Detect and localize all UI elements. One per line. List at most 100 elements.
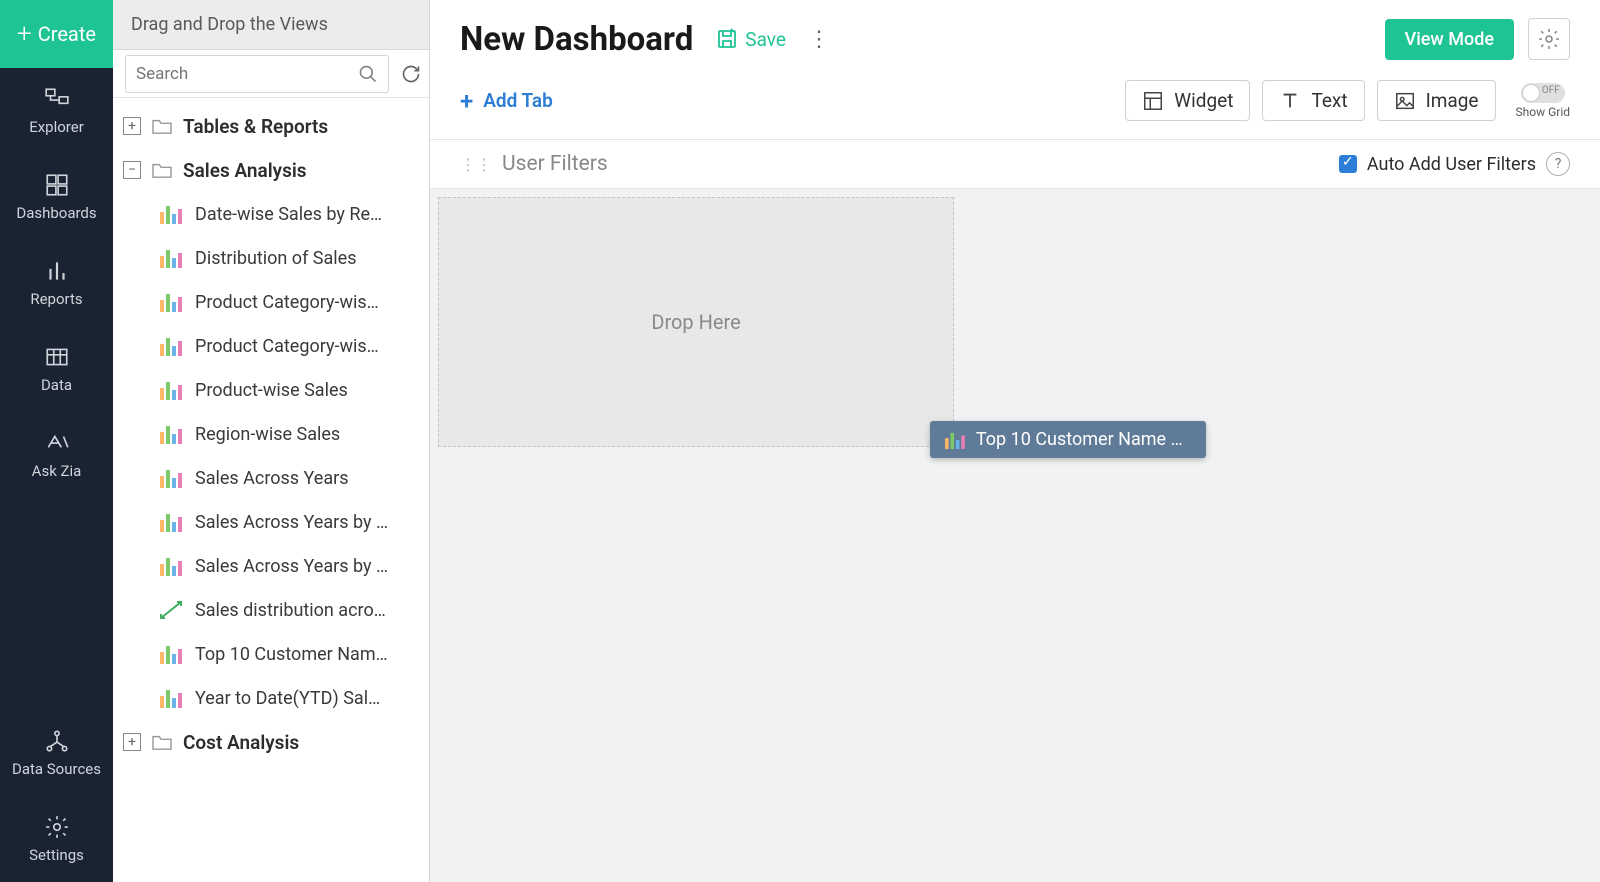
nav-label: Explorer bbox=[29, 118, 84, 136]
reports-icon bbox=[44, 258, 70, 284]
tree-item[interactable]: Sales Across Years by … bbox=[113, 544, 429, 588]
folder-icon bbox=[151, 733, 173, 751]
item-label: Distribution of Sales bbox=[195, 248, 357, 269]
filters-title: User Filters bbox=[502, 152, 608, 176]
folder-icon bbox=[151, 117, 173, 135]
expand-toggle[interactable]: + bbox=[123, 733, 141, 751]
dashboards-icon bbox=[44, 172, 70, 198]
drop-hint: Drop Here bbox=[651, 310, 740, 334]
text-button[interactable]: Text bbox=[1262, 80, 1364, 121]
create-button[interactable]: + Create bbox=[0, 0, 113, 68]
tree-item[interactable]: Product-wise Sales bbox=[113, 368, 429, 412]
save-button[interactable]: Save bbox=[715, 27, 786, 51]
tool-label: Text bbox=[1311, 89, 1347, 112]
scatter-chart-icon bbox=[159, 600, 183, 620]
nav-label: Settings bbox=[29, 846, 84, 864]
bar-chart-icon bbox=[159, 380, 183, 400]
toolbar: + Add Tab Widget Text Image OFF bbox=[430, 72, 1600, 139]
nav-label: Reports bbox=[30, 290, 82, 308]
grid-toggle-label: Show Grid bbox=[1516, 105, 1571, 119]
expand-toggle[interactable]: − bbox=[123, 161, 141, 179]
tree-item[interactable]: Product Category-wis… bbox=[113, 324, 429, 368]
tree-folder[interactable]: − Sales Analysis bbox=[113, 148, 429, 192]
widget-button[interactable]: Widget bbox=[1125, 80, 1250, 121]
tree-item[interactable]: Year to Date(YTD) Sal… bbox=[113, 676, 429, 720]
search-input[interactable] bbox=[136, 64, 358, 84]
bar-chart-icon bbox=[159, 424, 183, 444]
folder-icon bbox=[151, 161, 173, 179]
plus-icon: + bbox=[17, 19, 32, 49]
tool-label: Image bbox=[1426, 89, 1479, 112]
tree-item[interactable]: Top 10 Customer Nam… bbox=[113, 632, 429, 676]
auto-filters-label: Auto Add User Filters bbox=[1367, 154, 1536, 175]
toggle-state: OFF bbox=[1542, 85, 1560, 96]
item-label: Top 10 Customer Nam… bbox=[195, 644, 388, 665]
nav-explorer[interactable]: Explorer bbox=[0, 68, 113, 154]
dragging-view-chip[interactable]: Top 10 Customer Name b… bbox=[930, 421, 1206, 458]
views-panel: Drag and Drop the Views +Tables & Report… bbox=[113, 0, 430, 882]
item-label: Sales distribution acro… bbox=[195, 600, 386, 621]
bar-chart-icon bbox=[159, 336, 183, 356]
tree-item[interactable]: Date-wise Sales by Re… bbox=[113, 192, 429, 236]
auto-filters-checkbox[interactable] bbox=[1339, 155, 1357, 173]
search-icon bbox=[358, 64, 378, 84]
dragging-label: Top 10 Customer Name b… bbox=[976, 429, 1192, 450]
show-grid-toggle[interactable]: OFF bbox=[1521, 83, 1565, 103]
tree-item[interactable]: Region-wise Sales bbox=[113, 412, 429, 456]
item-label: Sales Across Years by … bbox=[195, 512, 388, 533]
tree-item[interactable]: Sales Across Years by … bbox=[113, 500, 429, 544]
bar-chart-icon bbox=[159, 688, 183, 708]
data-icon bbox=[44, 344, 70, 370]
chart-icon bbox=[944, 431, 966, 449]
titlebar: New Dashboard Save ⋮ View Mode bbox=[430, 0, 1600, 72]
bar-chart-icon bbox=[159, 468, 183, 488]
tree-folder[interactable]: +Tables & Reports bbox=[113, 104, 429, 148]
nav-dashboards[interactable]: Dashboards bbox=[0, 154, 113, 240]
image-button[interactable]: Image bbox=[1377, 80, 1496, 121]
nav-datasources[interactable]: Data Sources bbox=[0, 710, 113, 796]
dashboard-title: New Dashboard bbox=[460, 20, 693, 59]
settings-button[interactable] bbox=[1528, 18, 1570, 60]
tree-item[interactable]: Product Category-wis… bbox=[113, 280, 429, 324]
folder-label: Sales Analysis bbox=[183, 159, 307, 182]
tool-label: Widget bbox=[1174, 89, 1233, 112]
gear-icon bbox=[1537, 27, 1561, 51]
search-box[interactable] bbox=[125, 55, 389, 93]
text-icon bbox=[1279, 90, 1301, 112]
item-label: Product Category-wis… bbox=[195, 292, 379, 313]
bar-chart-icon bbox=[159, 556, 183, 576]
refresh-icon[interactable] bbox=[401, 64, 421, 84]
save-label: Save bbox=[745, 28, 786, 51]
nav-data[interactable]: Data bbox=[0, 326, 113, 412]
bar-chart-icon bbox=[159, 292, 183, 312]
add-tab-label: Add Tab bbox=[483, 89, 553, 112]
expand-toggle[interactable]: + bbox=[123, 117, 141, 135]
tree-folder[interactable]: +Cost Analysis bbox=[113, 720, 429, 764]
tree-item[interactable]: Distribution of Sales bbox=[113, 236, 429, 280]
drop-zone[interactable]: Drop Here bbox=[438, 197, 954, 447]
bar-chart-icon bbox=[159, 204, 183, 224]
grip-icon[interactable]: ⋮⋮ bbox=[460, 155, 492, 174]
plus-icon: + bbox=[460, 87, 473, 115]
nav-label: Dashboards bbox=[16, 204, 96, 222]
more-menu-button[interactable]: ⋮ bbox=[808, 27, 830, 52]
explorer-icon bbox=[44, 86, 70, 112]
bar-chart-icon bbox=[159, 644, 183, 664]
nav-label: Ask Zia bbox=[32, 462, 82, 480]
nav-reports[interactable]: Reports bbox=[0, 240, 113, 326]
bar-chart-icon bbox=[159, 248, 183, 268]
view-mode-button[interactable]: View Mode bbox=[1385, 19, 1514, 60]
add-tab-button[interactable]: + Add Tab bbox=[460, 87, 553, 115]
settings-icon bbox=[44, 814, 70, 840]
tree-item[interactable]: Sales distribution acro… bbox=[113, 588, 429, 632]
help-button[interactable]: ? bbox=[1546, 152, 1570, 176]
dashboard-canvas[interactable]: Drop Here Top 10 Customer Name b… bbox=[430, 189, 1600, 882]
item-label: Sales Across Years bbox=[195, 468, 349, 489]
item-label: Sales Across Years by … bbox=[195, 556, 388, 577]
item-label: Product-wise Sales bbox=[195, 380, 348, 401]
item-label: Region-wise Sales bbox=[195, 424, 340, 445]
image-icon bbox=[1394, 90, 1416, 112]
nav-askzia[interactable]: Ask Zia bbox=[0, 412, 113, 498]
tree-item[interactable]: Sales Across Years bbox=[113, 456, 429, 500]
nav-settings[interactable]: Settings bbox=[0, 796, 113, 882]
